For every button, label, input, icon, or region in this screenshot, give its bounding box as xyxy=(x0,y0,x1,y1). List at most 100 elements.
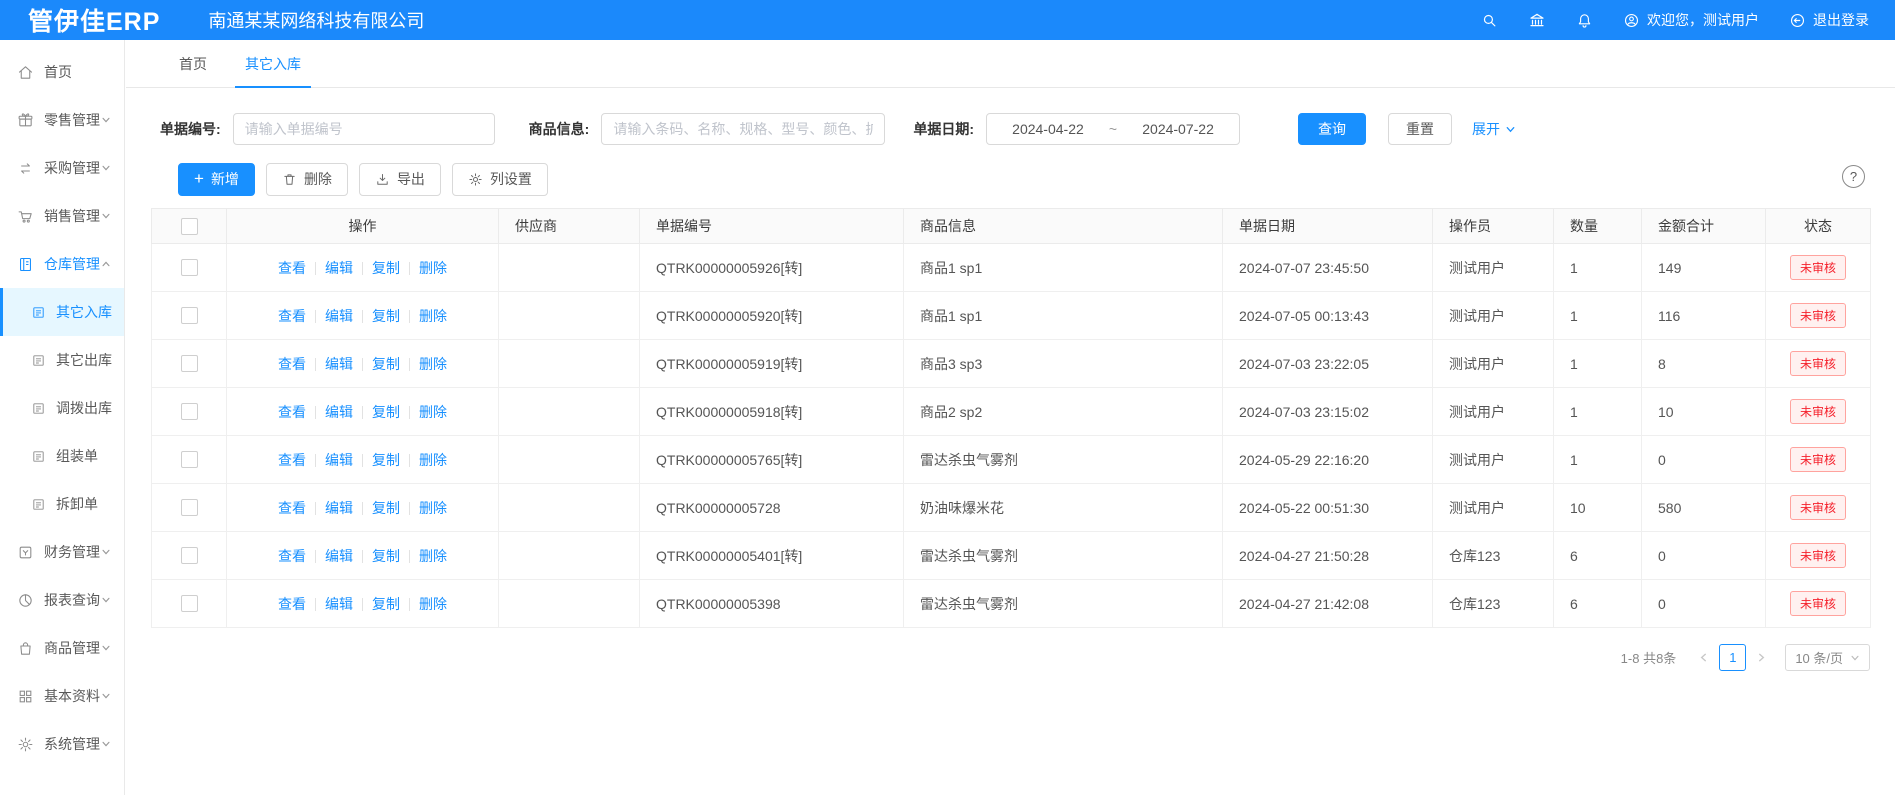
sidebar-item-products[interactable]: 商品管理 xyxy=(0,624,124,672)
delete-link[interactable]: 删除 xyxy=(419,500,447,516)
delete-link[interactable]: 删除 xyxy=(419,596,447,612)
sidebar-item-other-outbound[interactable]: 其它出库 xyxy=(0,336,124,384)
expand-toggle[interactable]: 展开 xyxy=(1472,119,1516,139)
edit-link[interactable]: 编辑 xyxy=(325,404,353,420)
edit-link[interactable]: 编辑 xyxy=(325,356,353,372)
supplier-cell xyxy=(499,292,640,340)
row-checkbox[interactable] xyxy=(181,403,198,420)
doc-no-cell: QTRK00000005926[转] xyxy=(640,244,904,292)
sidebar-item-system[interactable]: 系统管理 xyxy=(0,720,124,768)
export-button[interactable]: 导出 xyxy=(359,163,441,196)
view-link[interactable]: 查看 xyxy=(278,500,306,516)
copy-link[interactable]: 复制 xyxy=(372,356,400,372)
column-settings-button[interactable]: 列设置 xyxy=(452,163,548,196)
amount-cell: 10 xyxy=(1642,388,1766,436)
edit-link[interactable]: 编辑 xyxy=(325,308,353,324)
product-cell: 雷达杀虫气雾剂 xyxy=(904,580,1223,628)
pie-icon xyxy=(17,592,34,609)
search-button[interactable]: 查询 xyxy=(1298,113,1366,145)
row-checkbox[interactable] xyxy=(181,547,198,564)
next-page-button[interactable] xyxy=(1750,652,1773,663)
view-link[interactable]: 查看 xyxy=(278,356,306,372)
copy-link[interactable]: 复制 xyxy=(372,452,400,468)
row-checkbox[interactable] xyxy=(181,595,198,612)
page-size-select[interactable]: 10 条/页 xyxy=(1785,644,1870,671)
row-checkbox[interactable] xyxy=(181,259,198,276)
view-link[interactable]: 查看 xyxy=(278,548,306,564)
copy-link[interactable]: 复制 xyxy=(372,260,400,276)
reset-button[interactable]: 重置 xyxy=(1388,113,1452,145)
delete-link[interactable]: 删除 xyxy=(419,308,447,324)
sidebar-item-assembly[interactable]: 组装单 xyxy=(0,432,124,480)
doc-icon xyxy=(31,449,46,464)
copy-link[interactable]: 复制 xyxy=(372,500,400,516)
select-all-checkbox[interactable] xyxy=(181,218,198,235)
edit-link[interactable]: 编辑 xyxy=(325,500,353,516)
edit-link[interactable]: 编辑 xyxy=(325,452,353,468)
table-row: 查看编辑复制删除 QTRK00000005728 奶油味爆米花 2024-05-… xyxy=(152,484,1871,532)
view-link[interactable]: 查看 xyxy=(278,596,306,612)
amount-cell: 0 xyxy=(1642,532,1766,580)
sidebar-item-retail[interactable]: 零售管理 xyxy=(0,96,124,144)
copy-link[interactable]: 复制 xyxy=(372,596,400,612)
copy-link[interactable]: 复制 xyxy=(372,548,400,564)
copy-link[interactable]: 复制 xyxy=(372,404,400,420)
status-badge: 未审核 xyxy=(1790,543,1846,568)
view-link[interactable]: 查看 xyxy=(278,308,306,324)
app-logo: 管伊佳ERP xyxy=(28,2,160,38)
delete-button[interactable]: 删除 xyxy=(266,163,348,196)
bell-icon[interactable] xyxy=(1576,12,1593,29)
edit-link[interactable]: 编辑 xyxy=(325,548,353,564)
sidebar-item-finance[interactable]: 财务管理 xyxy=(0,528,124,576)
edit-link[interactable]: 编辑 xyxy=(325,596,353,612)
view-link[interactable]: 查看 xyxy=(278,260,306,276)
product-info-label: 商品信息: xyxy=(529,119,590,139)
current-page[interactable]: 1 xyxy=(1719,644,1746,671)
row-checkbox[interactable] xyxy=(181,451,198,468)
prev-page-button[interactable] xyxy=(1692,652,1715,663)
delete-link[interactable]: 删除 xyxy=(419,548,447,564)
amount-cell: 580 xyxy=(1642,484,1766,532)
row-checkbox[interactable] xyxy=(181,355,198,372)
sidebar-item-sales[interactable]: 销售管理 xyxy=(0,192,124,240)
sidebar-item-home[interactable]: 首页 xyxy=(0,48,124,96)
delete-link[interactable]: 删除 xyxy=(419,356,447,372)
user-menu[interactable]: 欢迎您，测试用户 xyxy=(1623,10,1759,30)
doc-no-cell: QTRK00000005918[转] xyxy=(640,388,904,436)
sidebar-item-warehouse[interactable]: 仓库管理 xyxy=(0,240,124,288)
sidebar-item-disassembly[interactable]: 拆卸单 xyxy=(0,480,124,528)
pagination-total: 1-8 共8条 xyxy=(1621,648,1677,667)
delete-link[interactable]: 删除 xyxy=(419,404,447,420)
search-icon[interactable] xyxy=(1481,12,1498,29)
date-range-picker[interactable]: 2024-04-22 ~ 2024-07-22 xyxy=(986,113,1240,145)
delete-link[interactable]: 删除 xyxy=(419,452,447,468)
sidebar-item-purchase[interactable]: 采购管理 xyxy=(0,144,124,192)
sidebar-item-reports[interactable]: 报表查询 xyxy=(0,576,124,624)
table-toolbar: + 新增 删除 导出 列设置 xyxy=(126,162,1895,196)
product-info-input[interactable] xyxy=(601,113,885,145)
delete-link[interactable]: 删除 xyxy=(419,260,447,276)
tab-other-inbound[interactable]: 其它入库 xyxy=(226,40,320,88)
wallet-icon xyxy=(17,544,34,561)
sidebar-item-transfer-outbound[interactable]: 调拨出库 xyxy=(0,384,124,432)
logout-button[interactable]: 退出登录 xyxy=(1789,10,1869,30)
add-button[interactable]: + 新增 xyxy=(178,163,255,196)
sidebar-item-basic-data[interactable]: 基本资料 xyxy=(0,672,124,720)
date-cell: 2024-05-22 00:51:30 xyxy=(1223,484,1433,532)
view-link[interactable]: 查看 xyxy=(278,452,306,468)
row-checkbox[interactable] xyxy=(181,307,198,324)
copy-link[interactable]: 复制 xyxy=(372,308,400,324)
sync-icon xyxy=(17,160,34,177)
view-link[interactable]: 查看 xyxy=(278,404,306,420)
amount-cell: 116 xyxy=(1642,292,1766,340)
tab-home[interactable]: 首页 xyxy=(160,40,226,88)
sidebar-item-other-inbound[interactable]: 其它入库 xyxy=(0,288,124,336)
help-icon[interactable]: ? xyxy=(1842,165,1865,188)
data-table: 操作 供应商 单据编号 商品信息 单据日期 操作员 数量 金额合计 状态 查看编… xyxy=(151,208,1870,628)
edit-link[interactable]: 编辑 xyxy=(325,260,353,276)
row-checkbox[interactable] xyxy=(181,499,198,516)
doc-no-input[interactable] xyxy=(233,113,495,145)
app-header: 管伊佳ERP 南通某某网络科技有限公司 欢迎您，测试用户 退出登录 xyxy=(0,0,1895,40)
bank-icon[interactable] xyxy=(1528,11,1546,29)
chevron-up-icon xyxy=(101,259,111,269)
